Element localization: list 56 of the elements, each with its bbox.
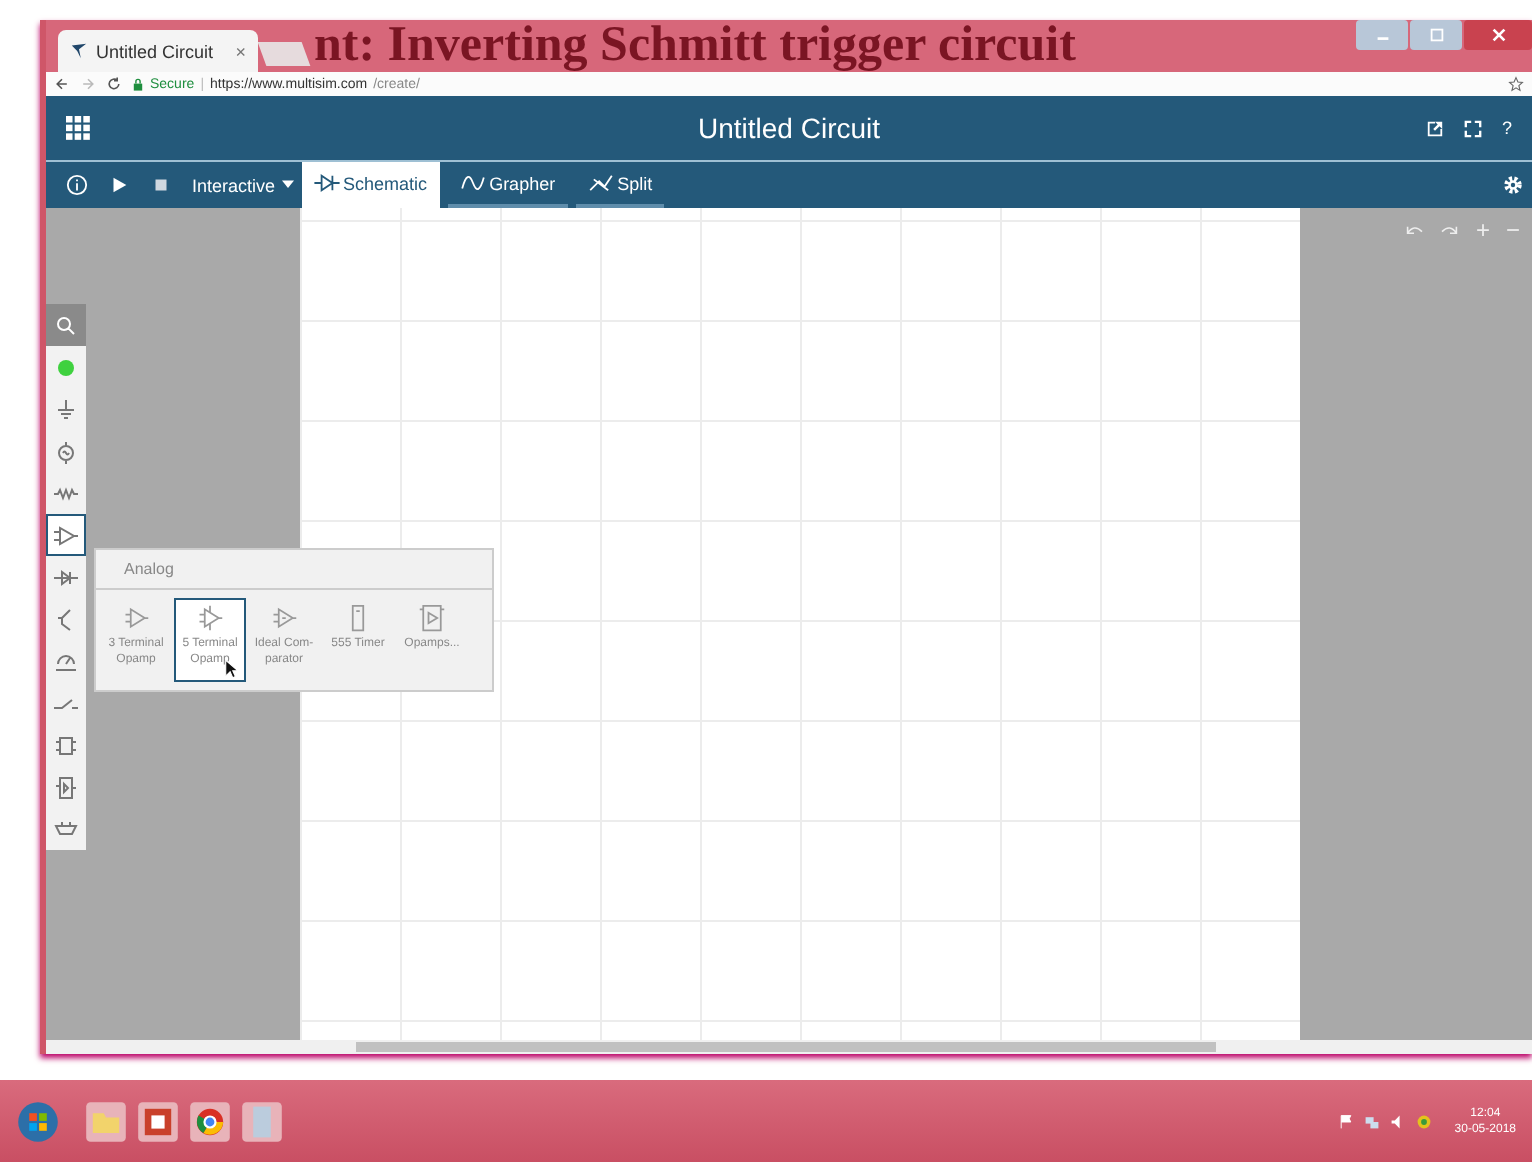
chip-icon	[54, 733, 78, 757]
settings-icon[interactable]	[1502, 174, 1524, 196]
flag-icon[interactable]	[1338, 1113, 1355, 1129]
palette-title: Analog	[124, 560, 174, 578]
start-orb-icon[interactable]	[16, 1099, 60, 1143]
close-button[interactable]	[1464, 20, 1532, 50]
chip-icon	[54, 775, 78, 799]
split-icon	[587, 174, 614, 192]
logo-icon	[70, 42, 88, 60]
app-title: Untitled Circuit	[697, 112, 881, 144]
folder-icon[interactable]	[84, 1099, 128, 1143]
triangle-icon	[54, 523, 78, 547]
status-icon[interactable]	[1416, 1113, 1433, 1129]
browser-app-icon[interactable]	[188, 1099, 232, 1143]
fullscreen-icon[interactable]	[1463, 119, 1482, 137]
open-external-icon[interactable]	[1425, 119, 1444, 137]
tab-title: Untitled Circuit	[96, 41, 214, 61]
reload-icon[interactable]	[106, 76, 122, 92]
tool-button[interactable]	[46, 514, 86, 556]
apps-grid-icon[interactable]	[66, 115, 92, 141]
circle-source-icon	[54, 439, 78, 463]
star-icon[interactable]	[1508, 76, 1524, 92]
back-icon[interactable]	[54, 76, 70, 92]
triangle-icon	[196, 604, 224, 632]
stop-icon[interactable]	[150, 174, 172, 196]
search-icon	[54, 313, 78, 337]
probe-dot-icon	[54, 355, 78, 379]
horizontal-scrollbar[interactable]	[46, 1040, 1532, 1054]
undo-icon[interactable]	[1403, 222, 1424, 238]
tab-close-button[interactable]: ×	[235, 41, 246, 61]
triangle-icon	[418, 604, 446, 632]
tool-button[interactable]	[46, 304, 86, 346]
mode-dropdown[interactable]: Interactive	[192, 175, 294, 195]
wave-icon	[459, 174, 486, 192]
caret-icon	[281, 180, 294, 190]
meter-icon	[54, 649, 78, 673]
browser-tab[interactable]: Untitled Circuit ×	[58, 30, 258, 72]
help-button[interactable]: ?	[1501, 118, 1512, 138]
ground-symbol-icon	[54, 397, 78, 421]
diode-icon	[313, 174, 340, 192]
view-tab[interactable]: Schematic	[301, 162, 440, 208]
redo-icon[interactable]	[1439, 222, 1460, 238]
close-icon	[1489, 26, 1507, 44]
maximize-icon	[1427, 26, 1445, 44]
play-icon[interactable]	[108, 174, 130, 196]
new-tab-button[interactable]	[257, 42, 311, 66]
triangle-icon	[270, 604, 298, 632]
slide-title: nt: Inverting Schmitt trigger circuit	[314, 20, 1076, 72]
presentation-app-icon[interactable]	[136, 1099, 180, 1143]
connector-icon	[54, 817, 78, 841]
diode-icon	[54, 565, 78, 589]
lock-icon	[132, 77, 144, 91]
device-app-icon[interactable]	[240, 1099, 284, 1143]
triangle-icon	[122, 604, 150, 632]
network-icon[interactable]	[1364, 1113, 1381, 1129]
info-icon[interactable]	[66, 174, 88, 196]
